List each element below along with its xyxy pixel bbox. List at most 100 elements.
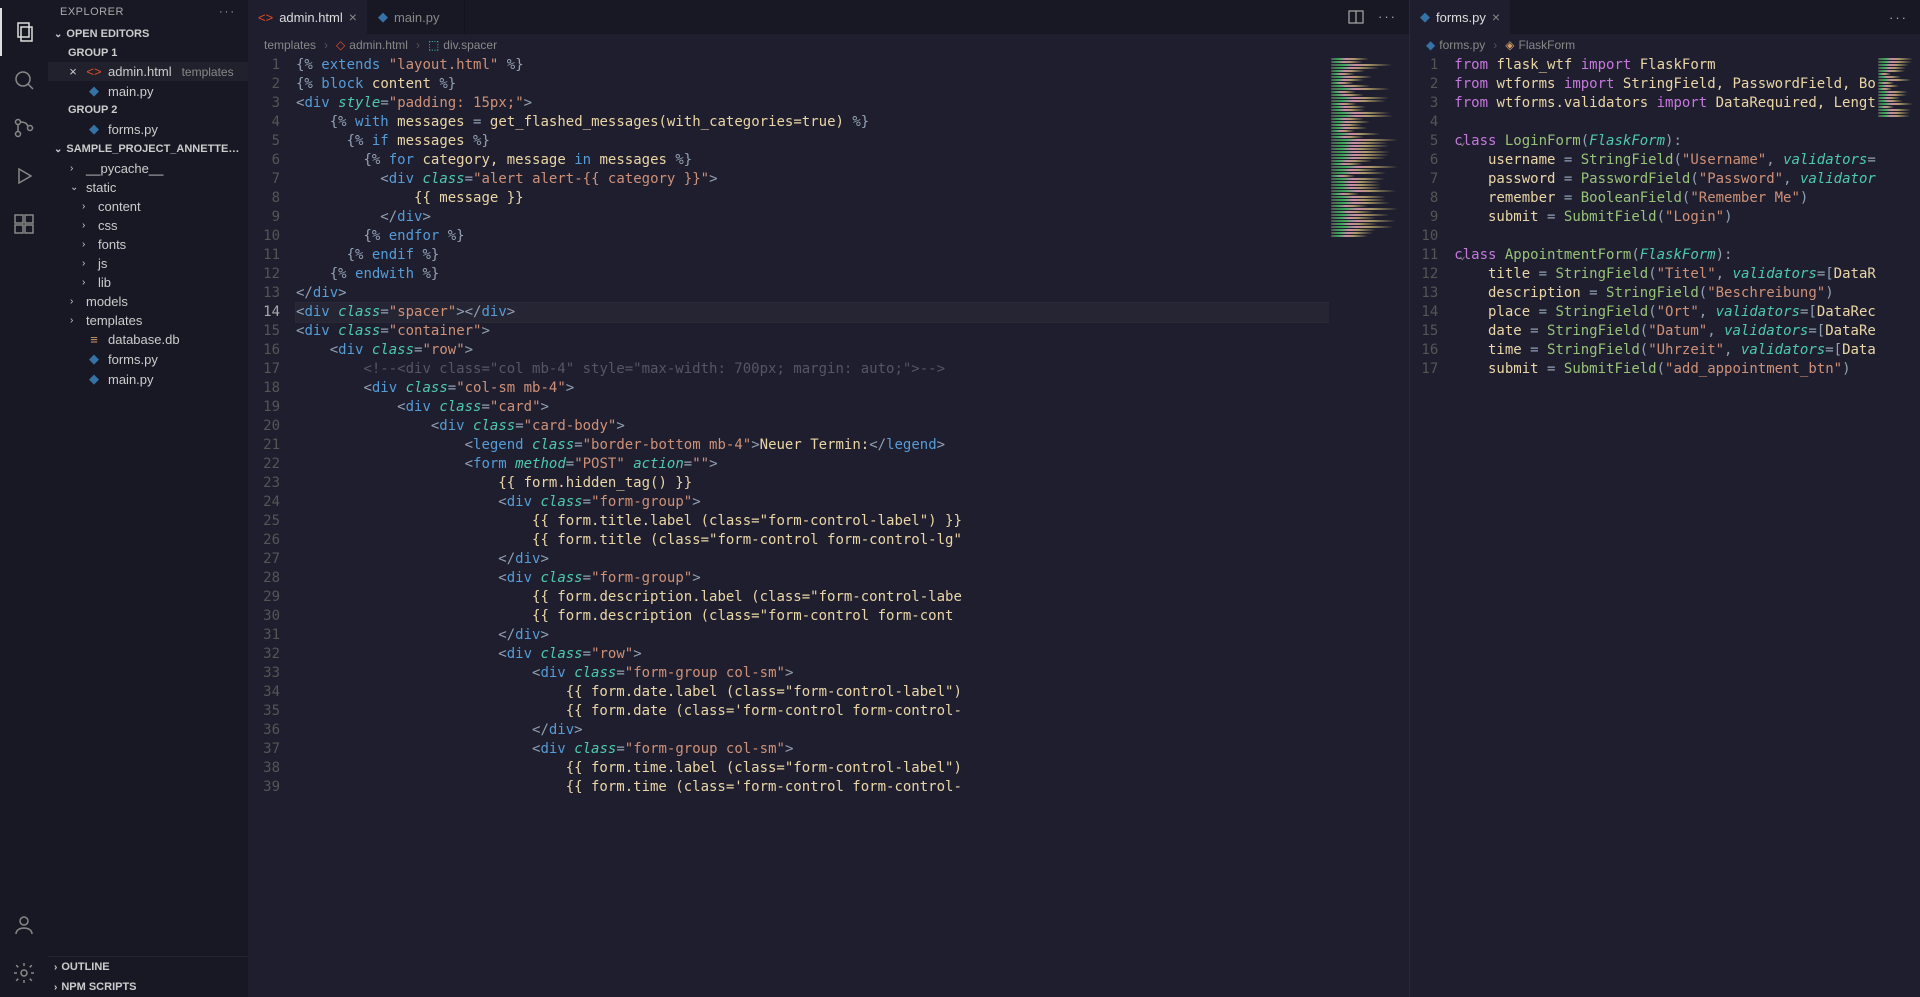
- close-icon[interactable]: ×: [1492, 9, 1500, 25]
- code-line[interactable]: <div class="spacer"></div>: [296, 303, 1329, 322]
- code-line[interactable]: <div class="container">: [296, 322, 1329, 341]
- more-icon[interactable]: ···: [219, 6, 236, 18]
- tree-item[interactable]: ›__pycache__: [48, 159, 248, 178]
- breadcrumb-left[interactable]: templates › ◇admin.html › ⬚div.spacer: [248, 34, 1409, 56]
- tree-item[interactable]: ›templates: [48, 311, 248, 330]
- breadcrumb-right[interactable]: ◆forms.py › ◈FlaskForm: [1410, 34, 1920, 56]
- tree-item[interactable]: ›fonts: [48, 235, 248, 254]
- code-line[interactable]: <div class="form-group col-sm">: [296, 664, 1329, 683]
- code-area[interactable]: {% extends "layout.html" %}{% block cont…: [296, 56, 1329, 997]
- close-icon[interactable]: ×: [66, 64, 80, 79]
- code-line[interactable]: from wtforms import StringField, Passwor…: [1454, 75, 1876, 94]
- open-editor-item[interactable]: ◆main.py: [48, 81, 248, 101]
- code-line[interactable]: {% with messages = get_flashed_messages(…: [296, 113, 1329, 132]
- code-line[interactable]: remember = BooleanField("Remember Me"): [1454, 189, 1876, 208]
- extensions-icon[interactable]: [0, 200, 48, 248]
- npm-scripts-section[interactable]: › NPM SCRIPTS: [48, 977, 248, 997]
- outline-section[interactable]: › OUTLINE: [48, 957, 248, 977]
- editor-tab[interactable]: ◆main.py×: [368, 0, 465, 34]
- code-line[interactable]: <div class="alert alert-{{ category }}">: [296, 170, 1329, 189]
- code-line[interactable]: </div>: [296, 626, 1329, 645]
- minimap[interactable]: [1329, 56, 1409, 997]
- tree-item[interactable]: ⌄static: [48, 178, 248, 197]
- minimap[interactable]: [1876, 56, 1920, 997]
- account-icon[interactable]: [0, 901, 48, 949]
- code-line[interactable]: username = StringField("Username", valid…: [1454, 151, 1876, 170]
- code-line[interactable]: description = StringField("Beschreibung"…: [1454, 284, 1876, 303]
- code-line[interactable]: submit = SubmitField("add_appointment_bt…: [1454, 360, 1876, 379]
- code-line[interactable]: </div>: [296, 284, 1329, 303]
- tree-item[interactable]: ›lib: [48, 273, 248, 292]
- tree-item[interactable]: ≡database.db: [48, 330, 248, 349]
- open-editor-item[interactable]: ×<>admin.htmltemplates: [48, 62, 248, 81]
- code-line[interactable]: {{ form.date.label (class="form-control-…: [296, 683, 1329, 702]
- fold-icon[interactable]: ⌄: [1456, 246, 1468, 265]
- code-line[interactable]: <div class="form-group">: [296, 569, 1329, 588]
- code-line[interactable]: date = StringField("Datum", validators=[…: [1454, 322, 1876, 341]
- code-line[interactable]: [1454, 113, 1876, 132]
- code-line[interactable]: password = PasswordField("Password", val…: [1454, 170, 1876, 189]
- tree-item[interactable]: ›content: [48, 197, 248, 216]
- run-debug-icon[interactable]: [0, 152, 48, 200]
- open-editor-item[interactable]: ◆forms.py: [48, 119, 248, 139]
- code-line[interactable]: {{ form.description (class="form-control…: [296, 607, 1329, 626]
- code-line[interactable]: {% block content %}: [296, 75, 1329, 94]
- editor-tab[interactable]: ◆forms.py×: [1410, 0, 1511, 34]
- code-line[interactable]: {{ form.time.label (class="form-control-…: [296, 759, 1329, 778]
- code-line[interactable]: <div class="form-group">: [296, 493, 1329, 512]
- code-line[interactable]: </div>: [296, 208, 1329, 227]
- code-line[interactable]: <div class="card-body">: [296, 417, 1329, 436]
- code-line[interactable]: from flask_wtf import FlaskForm: [1454, 56, 1876, 75]
- editor-tab[interactable]: <>admin.html×: [248, 0, 368, 34]
- code-line[interactable]: <form method="POST" action="">: [296, 455, 1329, 474]
- code-line[interactable]: <div class="row">: [296, 645, 1329, 664]
- code-line[interactable]: {{ form.time (class='form-control form-c…: [296, 778, 1329, 797]
- code-line[interactable]: time = StringField("Uhrzeit", validators…: [1454, 341, 1876, 360]
- code-line[interactable]: {{ form.title.label (class="form-control…: [296, 512, 1329, 531]
- code-line[interactable]: {{ form.hidden_tag() }}: [296, 474, 1329, 493]
- code-line[interactable]: <div class="card">: [296, 398, 1329, 417]
- open-editors-section[interactable]: ⌄ OPEN EDITORS: [48, 24, 248, 44]
- code-line[interactable]: <!--<div class="col mb-4" style="max-wid…: [296, 360, 1329, 379]
- code-line[interactable]: {{ message }}: [296, 189, 1329, 208]
- tree-item[interactable]: ◆main.py: [48, 369, 248, 389]
- code-line[interactable]: {% for category, message in messages %}: [296, 151, 1329, 170]
- code-line[interactable]: place = StringField("Ort", validators=[D…: [1454, 303, 1876, 322]
- code-line[interactable]: title = StringField("Titel", validators=…: [1454, 265, 1876, 284]
- code-line[interactable]: </div>: [296, 721, 1329, 740]
- code-line[interactable]: class LoginForm(FlaskForm):: [1454, 132, 1876, 151]
- code-line[interactable]: <legend class="border-bottom mb-4">Neuer…: [296, 436, 1329, 455]
- code-line[interactable]: <div class="row">: [296, 341, 1329, 360]
- split-editor-icon[interactable]: [1348, 9, 1364, 25]
- close-icon[interactable]: ×: [349, 9, 357, 25]
- code-line[interactable]: {% if messages %}: [296, 132, 1329, 151]
- tree-item[interactable]: ›models: [48, 292, 248, 311]
- code-line[interactable]: <div class="col-sm mb-4">: [296, 379, 1329, 398]
- code-line[interactable]: {{ form.title (class="form-control form-…: [296, 531, 1329, 550]
- code-line[interactable]: {% endwith %}: [296, 265, 1329, 284]
- code-line[interactable]: {% extends "layout.html" %}: [296, 56, 1329, 75]
- tree-item[interactable]: ◆forms.py: [48, 349, 248, 369]
- code-line[interactable]: {% endif %}: [296, 246, 1329, 265]
- code-line[interactable]: <div style="padding: 15px;">: [296, 94, 1329, 113]
- explorer-icon[interactable]: [0, 8, 48, 56]
- tree-item[interactable]: ›css: [48, 216, 248, 235]
- code-line[interactable]: {{ form.date (class='form-control form-c…: [296, 702, 1329, 721]
- editor-body-right[interactable]: 1234567891011121314151617 from flask_wtf…: [1410, 56, 1920, 997]
- code-line[interactable]: {% endfor %}: [296, 227, 1329, 246]
- source-control-icon[interactable]: [0, 104, 48, 152]
- fold-icon[interactable]: ⌄: [1456, 132, 1468, 151]
- editor-body-left[interactable]: 1234567891011121314151617181920212223242…: [248, 56, 1409, 997]
- code-line[interactable]: from wtforms.validators import DataRequi…: [1454, 94, 1876, 113]
- code-line[interactable]: <div class="form-group col-sm">: [296, 740, 1329, 759]
- code-area[interactable]: from flask_wtf import FlaskFormfrom wtfo…: [1454, 56, 1876, 997]
- project-section[interactable]: ⌄ SAMPLE_PROJECT_ANNETTE_KL...: [48, 139, 248, 159]
- code-line[interactable]: submit = SubmitField("Login"): [1454, 208, 1876, 227]
- more-actions-icon[interactable]: ···: [1378, 9, 1397, 25]
- settings-gear-icon[interactable]: [0, 949, 48, 997]
- code-line[interactable]: </div>: [296, 550, 1329, 569]
- code-line[interactable]: class AppointmentForm(FlaskForm):: [1454, 246, 1876, 265]
- search-icon[interactable]: [0, 56, 48, 104]
- more-actions-icon[interactable]: ···: [1889, 10, 1908, 25]
- tree-item[interactable]: ›js: [48, 254, 248, 273]
